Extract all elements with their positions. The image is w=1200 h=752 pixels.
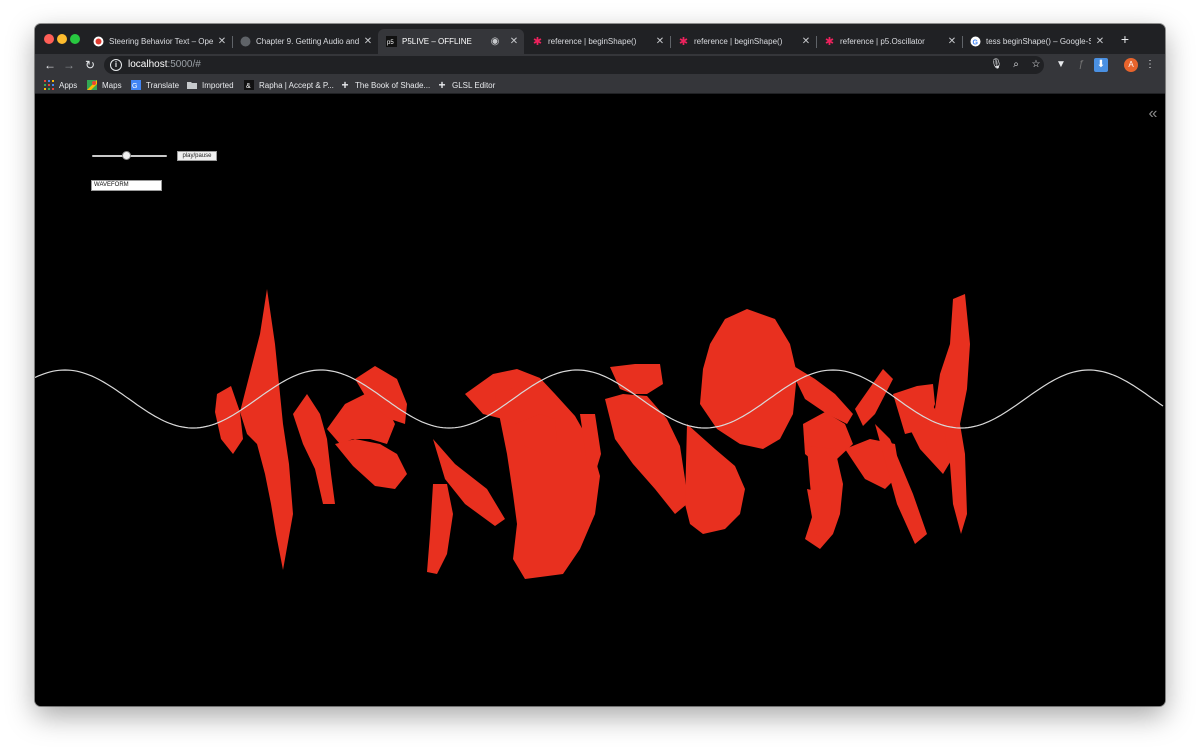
oscillator-waveform-line [35,369,1164,429]
red-waveform-shape-16 [700,309,797,449]
bookmark-maps[interactable]: Maps [87,78,122,92]
zoom-icon[interactable]: ⌕ [1010,59,1022,71]
bookmark-glsl-editor[interactable]: + GLSL Editor [437,78,495,92]
svg-text:G: G [973,40,979,47]
close-icon[interactable]: ✕ [800,36,812,47]
svg-text:G: G [132,83,137,90]
bookmark-label: Rapha | Accept & P... [259,80,334,90]
address-bar[interactable]: i localhost:5000/# 🎙 ⌕ ☆ [104,56,1044,74]
bookmark-translate[interactable]: G Translate [131,78,179,92]
tab-label: P5LIVE – OFFLINE [402,37,472,46]
tab-label: Chapter 9. Getting Audio and Beyond [256,37,359,46]
bookmark-apps[interactable]: Apps [44,78,77,92]
bookmarks-bar: Apps Maps G Translate Imported & Rapha |… [35,76,1165,94]
collapse-panel-icon[interactable]: « [1146,106,1160,122]
tab-label: reference | beginShape() [548,37,637,46]
tab-reference-beginshape-1[interactable]: ✱ reference | beginShape() ✕ [524,29,670,54]
address-url: localhost:5000/# [128,59,201,70]
red-waveform-shape-9 [495,384,600,579]
tab-chapter-9[interactable]: Chapter 9. Getting Audio and Beyond ✕ [232,29,378,54]
tab-label: Steering Behavior Text – OpenProcessing [109,37,213,46]
plus-icon: + [341,78,349,92]
svg-text:&: & [246,83,251,90]
bookmark-book-of-shaders[interactable]: + The Book of Shade... [340,78,430,92]
tab-label: reference | beginShape() [694,37,783,46]
new-tab-button[interactable]: + [1117,31,1133,47]
forward-arrow-icon[interactable]: → [61,57,77,73]
red-waveform-shape-23 [935,294,970,534]
close-icon[interactable]: ✕ [216,36,228,47]
sketch-canvas[interactable] [35,94,1165,706]
red-waveform-shape-3 [293,394,335,504]
vue-devtools-icon[interactable]: ▼ [1054,58,1068,72]
red-waveform-shape-10 [427,484,453,574]
p5js-star-icon: ✱ [824,36,835,48]
reload-icon[interactable]: ↻ [82,57,98,73]
red-waveform-shape-5 [335,439,407,489]
svg-text:p5: p5 [387,40,394,46]
tab-google-search[interactable]: G tess beginShape() – Google-Suche ✕ [962,29,1110,54]
p5js-star-icon: ✱ [678,36,689,48]
play-pause-button[interactable]: play/pause [177,151,217,161]
profile-avatar[interactable]: A [1124,58,1138,72]
rapha-icon: & [244,80,254,90]
tab-steering-behavior[interactable]: Steering Behavior Text – OpenProcessing … [85,29,232,54]
tab-label: reference | p5.Oscillator [840,37,925,46]
google-icon: G [970,36,981,47]
browser-toolbar: ← → ↻ i localhost:5000/# 🎙 ⌕ ☆ ▼ ƒ ⬇ A ⋮ [35,54,1165,76]
bookmark-star-icon[interactable]: ☆ [1030,59,1042,71]
waveform-select[interactable]: WAVEFORM [91,180,162,191]
window-close-button[interactable] [44,34,54,44]
bookmark-imported[interactable]: Imported [187,78,234,92]
close-icon[interactable]: ✕ [1094,36,1106,47]
red-waveform-shape-14 [605,394,687,514]
maps-icon [87,80,97,90]
bookmark-label: GLSL Editor [452,80,496,90]
sketch-canvas-area[interactable]: play/pause WAVEFORM « [35,94,1165,706]
bookmark-rapha[interactable]: & Rapha | Accept & P... [244,78,334,92]
close-icon[interactable]: ✕ [508,36,520,47]
red-waveform-shape-1 [215,386,243,454]
red-waveform-shape-21 [855,369,893,426]
bookmark-label: The Book of Shade... [355,80,431,90]
red-waveform-shape-2 [240,289,293,570]
microphone-icon[interactable]: 🎙 [990,59,1003,71]
close-icon[interactable]: ✕ [654,36,666,47]
function-extension-icon[interactable]: ƒ [1074,58,1088,72]
close-icon[interactable]: ✕ [362,36,374,47]
bookmark-label: Apps [59,80,78,90]
close-icon[interactable]: ✕ [946,36,958,47]
recording-dot-icon: ◉ [490,36,500,47]
info-icon[interactable]: i [110,59,122,71]
tab-reference-beginshape-2[interactable]: ✱ reference | beginShape() ✕ [670,29,816,54]
tab-reference-oscillator[interactable]: ✱ reference | p5.Oscillator ✕ [816,29,962,54]
slider-thumb[interactable] [122,151,131,160]
tab-p5live[interactable]: p5 P5LIVE – OFFLINE ◉ ✕ [378,29,524,54]
download-extension-icon[interactable]: ⬇ [1094,58,1108,72]
bookmark-label: Imported [202,80,234,90]
bookmark-label: Translate [146,80,180,90]
apps-grid-icon [44,80,54,90]
waveform-text-shapes [215,289,970,579]
translate-icon: G [131,80,141,90]
red-waveform-shape-13 [610,364,663,394]
kebab-menu-icon[interactable]: ⋮ [1143,58,1157,72]
window-minimize-button[interactable] [57,34,67,44]
tab-label: tess beginShape() – Google-Suche [986,37,1091,46]
folder-icon [187,80,197,90]
browser-window: Steering Behavior Text – OpenProcessing … [35,24,1165,706]
tab-strip: Steering Behavior Text – OpenProcessing … [35,24,1165,54]
openprocessing-icon [93,36,104,47]
globe-icon [240,36,251,47]
window-maximize-button[interactable] [70,34,80,44]
volume-slider[interactable] [92,151,167,161]
plus-icon: + [438,78,446,92]
bookmark-label: Maps [102,80,122,90]
p5js-star-icon: ✱ [532,36,543,48]
p5live-icon: p5 [386,36,397,47]
back-arrow-icon[interactable]: ← [42,57,58,73]
